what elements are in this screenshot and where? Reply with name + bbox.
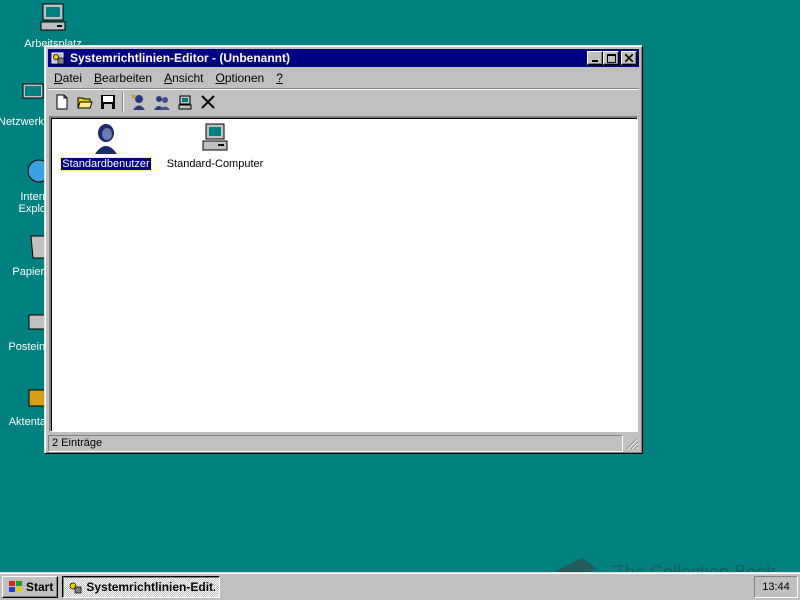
- add-computer-icon: [178, 95, 191, 109]
- list-item-label: Standardbenutzer: [60, 157, 152, 171]
- menu-ansicht[interactable]: Ansicht: [158, 71, 209, 85]
- save-button[interactable]: [96, 91, 119, 113]
- new-button[interactable]: [50, 91, 73, 113]
- system-tray: 13:44: [754, 575, 798, 598]
- computer-icon: [40, 3, 66, 31]
- open-button[interactable]: [73, 91, 96, 113]
- taskbar-button-label: Systemrichtlinien-Edit...: [86, 579, 216, 594]
- toolbar-separator: [122, 91, 124, 112]
- delete-button[interactable]: [196, 91, 219, 113]
- taskbar: Start Systemrichtlinien-Edit... 13:44: [0, 572, 800, 600]
- maximize-icon: [606, 53, 616, 63]
- close-icon: [625, 54, 633, 62]
- close-button[interactable]: [621, 51, 637, 65]
- add-group-icon: [153, 95, 170, 110]
- delete-icon: [200, 94, 215, 109]
- menu-help[interactable]: ?: [270, 71, 289, 85]
- desktop-icon-arbeitsplatz[interactable]: Arbeitsplatz: [18, 2, 88, 50]
- maximize-button[interactable]: [603, 51, 619, 65]
- policy-editor-app-icon: [51, 52, 65, 65]
- add-user-button[interactable]: [127, 91, 150, 113]
- list-item-standardbenutzer[interactable]: Standardbenutzer: [60, 122, 152, 171]
- add-user-icon: [130, 93, 145, 110]
- new-file-icon: [56, 94, 67, 109]
- add-group-button[interactable]: [150, 91, 173, 113]
- title-bar[interactable]: Systemrichtlinien-Editor - (Unbenannt): [48, 49, 639, 67]
- status-bar: 2 Einträge: [48, 434, 639, 452]
- menu-datei[interactable]: Datei: [48, 71, 88, 85]
- policy-editor-window[interactable]: Systemrichtlinien-Editor - (Unbenannt) D…: [44, 45, 643, 454]
- window-title: Systemrichtlinien-Editor - (Unbenannt): [70, 51, 291, 65]
- minimize-button[interactable]: [587, 51, 603, 65]
- status-text: 2 Einträge: [48, 434, 623, 452]
- add-computer-button[interactable]: [173, 91, 196, 113]
- list-item-label: Standard-Computer: [166, 158, 264, 170]
- start-label: Start: [26, 579, 54, 594]
- list-item-standard-computer[interactable]: Standard-Computer: [165, 122, 265, 170]
- toolbar: [48, 88, 639, 114]
- open-folder-icon: [76, 97, 93, 108]
- clock[interactable]: 13:44: [762, 581, 790, 593]
- menu-optionen[interactable]: Optionen: [209, 71, 270, 85]
- resize-grip-icon[interactable]: [625, 436, 639, 450]
- menu-bar: Datei Bearbeiten Ansicht Optionen ?: [48, 68, 639, 87]
- menu-bearbeiten[interactable]: Bearbeiten: [88, 71, 158, 85]
- start-button[interactable]: Start: [2, 575, 59, 598]
- save-icon: [100, 94, 115, 109]
- taskbar-button-policy-editor[interactable]: Systemrichtlinien-Edit...: [62, 575, 221, 598]
- policy-list-view[interactable]: Standardbenutzer Standard-Computer: [49, 116, 638, 432]
- windows-logo-icon: [9, 580, 22, 592]
- minimize-icon: [592, 60, 598, 62]
- policy-editor-app-icon: [69, 582, 82, 593]
- user-icon: [95, 124, 117, 154]
- computer-icon: [202, 123, 228, 151]
